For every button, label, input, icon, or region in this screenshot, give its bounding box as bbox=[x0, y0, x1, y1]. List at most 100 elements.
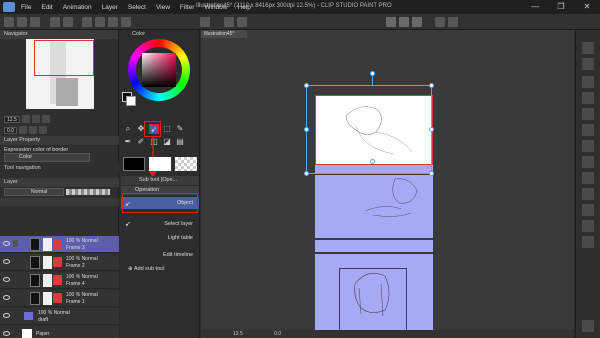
frame-4-panel[interactable] bbox=[315, 240, 433, 252]
color-history-icon[interactable] bbox=[582, 236, 594, 248]
color-square[interactable] bbox=[142, 53, 176, 87]
open-file-icon[interactable] bbox=[17, 17, 27, 27]
canvas-tab[interactable]: Illustration45* bbox=[201, 30, 247, 38]
visibility-eye-icon[interactable] bbox=[3, 295, 10, 300]
resize-handle-tl[interactable] bbox=[304, 83, 309, 88]
paste-icon[interactable] bbox=[121, 17, 131, 27]
menu-filter[interactable]: Filter bbox=[180, 4, 194, 11]
navigator-tab[interactable]: Navigator bbox=[0, 30, 118, 39]
menu-view[interactable]: View bbox=[156, 4, 170, 11]
menu-file[interactable]: File bbox=[21, 4, 31, 11]
visibility-eye-icon[interactable] bbox=[3, 241, 10, 246]
search-layer-icon[interactable] bbox=[582, 108, 594, 120]
auto-actions-icon[interactable] bbox=[582, 92, 594, 104]
menu-select[interactable]: Select bbox=[128, 4, 146, 11]
color-wheel[interactable] bbox=[128, 39, 190, 101]
visibility-eye-icon[interactable] bbox=[3, 277, 10, 282]
brush-tool-icon[interactable]: ✐ bbox=[136, 137, 146, 147]
expression-color-dropdown[interactable]: Color bbox=[4, 153, 90, 162]
snap-ruler-icon[interactable] bbox=[386, 17, 396, 27]
zoom-in-icon[interactable] bbox=[31, 115, 40, 123]
tool-property-icon[interactable] bbox=[582, 220, 594, 232]
blend-mode-dropdown[interactable]: Normal bbox=[4, 188, 64, 196]
opacity-slider[interactable] bbox=[66, 189, 110, 195]
rotate-left-icon[interactable] bbox=[18, 126, 27, 134]
view-mode-icon[interactable] bbox=[435, 17, 445, 27]
transparent-swatch[interactable] bbox=[175, 157, 197, 171]
history-icon[interactable] bbox=[582, 76, 594, 88]
redo-icon[interactable] bbox=[63, 17, 73, 27]
subtool-select-layer[interactable]: ➹ Select layer bbox=[121, 218, 199, 230]
zoom-tool-icon[interactable]: ⌕ bbox=[123, 124, 133, 134]
zoom-out-icon[interactable] bbox=[21, 115, 30, 123]
page-manager-icon[interactable] bbox=[582, 42, 594, 54]
white-swatch[interactable] bbox=[149, 157, 171, 171]
timeline-icon[interactable] bbox=[582, 172, 594, 184]
layer-row-paper[interactable]: Paper bbox=[0, 326, 119, 338]
layer-row-frame-2[interactable]: 100 % Normal Frame 2 bbox=[0, 254, 119, 271]
save-icon[interactable] bbox=[30, 17, 40, 27]
fill-tool-icon[interactable]: ◪ bbox=[162, 137, 172, 147]
layer-row-frame-3[interactable]: 100 % Normal Frame 3 bbox=[0, 236, 119, 253]
transform-icon[interactable] bbox=[200, 17, 210, 27]
layer-property-tab[interactable]: Layer Property bbox=[0, 136, 119, 145]
visibility-eye-icon[interactable] bbox=[3, 331, 10, 336]
snap-grid-icon[interactable] bbox=[412, 17, 422, 27]
black-swatch[interactable] bbox=[123, 157, 145, 171]
navigator-view-frame[interactable] bbox=[34, 40, 94, 76]
color-tab[interactable]: Color bbox=[120, 30, 199, 39]
subtool-edit-timeline[interactable]: Edit timeline bbox=[121, 249, 199, 261]
minimize-button[interactable]: — bbox=[522, 0, 548, 14]
menu-layer[interactable]: Layer bbox=[102, 4, 118, 11]
flip-icon[interactable] bbox=[38, 126, 47, 134]
menu-edit[interactable]: Edit bbox=[41, 4, 52, 11]
status-angle[interactable]: 0.0 bbox=[274, 331, 281, 337]
copy-icon[interactable] bbox=[108, 17, 118, 27]
status-zoom[interactable]: 12.5 bbox=[233, 331, 243, 337]
layer-tab[interactable]: Layer bbox=[0, 178, 119, 187]
panel-toggle-icon[interactable] bbox=[582, 320, 594, 332]
menu-animation[interactable]: Animation bbox=[63, 4, 92, 11]
maximize-button[interactable]: ❐ bbox=[548, 0, 574, 14]
rotation-handle[interactable] bbox=[370, 71, 375, 76]
resize-handle-bl[interactable] bbox=[304, 171, 309, 176]
cut-icon[interactable] bbox=[95, 17, 105, 27]
resize-handle-l[interactable] bbox=[304, 127, 309, 132]
material-icon[interactable] bbox=[582, 58, 594, 70]
snap-special-ruler-icon[interactable] bbox=[399, 17, 409, 27]
clear-icon[interactable] bbox=[82, 17, 92, 27]
layer-row-frame-1[interactable]: 100 % Normal Frame 1 bbox=[0, 290, 119, 307]
resize-handle-br[interactable] bbox=[429, 171, 434, 176]
navigator-zoom-value[interactable]: 12.5 bbox=[4, 115, 20, 123]
new-file-icon[interactable] bbox=[4, 17, 14, 27]
lock-icon[interactable] bbox=[13, 240, 18, 247]
canvas-area[interactable]: Illustration45* bbox=[201, 30, 574, 338]
visibility-eye-icon[interactable] bbox=[3, 313, 10, 318]
resize-handle-b[interactable] bbox=[370, 159, 375, 164]
eyedropper-tool-icon[interactable]: ✎ bbox=[175, 124, 185, 134]
gradient-tool-icon[interactable]: ▤ bbox=[175, 137, 185, 147]
frame-2-panel[interactable] bbox=[315, 175, 433, 238]
fit-icon[interactable] bbox=[41, 115, 50, 123]
visibility-eye-icon[interactable] bbox=[3, 259, 10, 264]
close-button[interactable]: ✕ bbox=[574, 0, 600, 14]
quick-access-icon[interactable] bbox=[582, 204, 594, 216]
info-icon[interactable] bbox=[582, 156, 594, 168]
navigator-angle-value[interactable]: 0.0 bbox=[4, 126, 17, 134]
sub-color-chip[interactable] bbox=[126, 96, 136, 106]
add-sub-tool-button[interactable]: ⊕ Add sub tool bbox=[128, 266, 164, 272]
selection-tool-icon[interactable]: ⬚ bbox=[162, 124, 172, 134]
layer-row-frame-4[interactable]: 100 % Normal Frame 4 bbox=[0, 272, 119, 289]
sub-tool-header[interactable]: Sub tool [Ope... bbox=[121, 176, 199, 185]
resize-handle-r[interactable] bbox=[429, 127, 434, 132]
transform-bounding-box[interactable] bbox=[306, 85, 432, 174]
rotate-right-icon[interactable] bbox=[28, 126, 37, 134]
grid-icon[interactable] bbox=[448, 17, 458, 27]
invert-selection-icon[interactable] bbox=[237, 17, 247, 27]
animation-cels-icon[interactable] bbox=[582, 188, 594, 200]
deselect-icon[interactable] bbox=[224, 17, 234, 27]
item-bank-icon[interactable] bbox=[582, 140, 594, 152]
undo-icon[interactable] bbox=[50, 17, 60, 27]
resize-handle-tr[interactable] bbox=[429, 83, 434, 88]
subtool-light-table[interactable]: Light table bbox=[121, 232, 199, 244]
